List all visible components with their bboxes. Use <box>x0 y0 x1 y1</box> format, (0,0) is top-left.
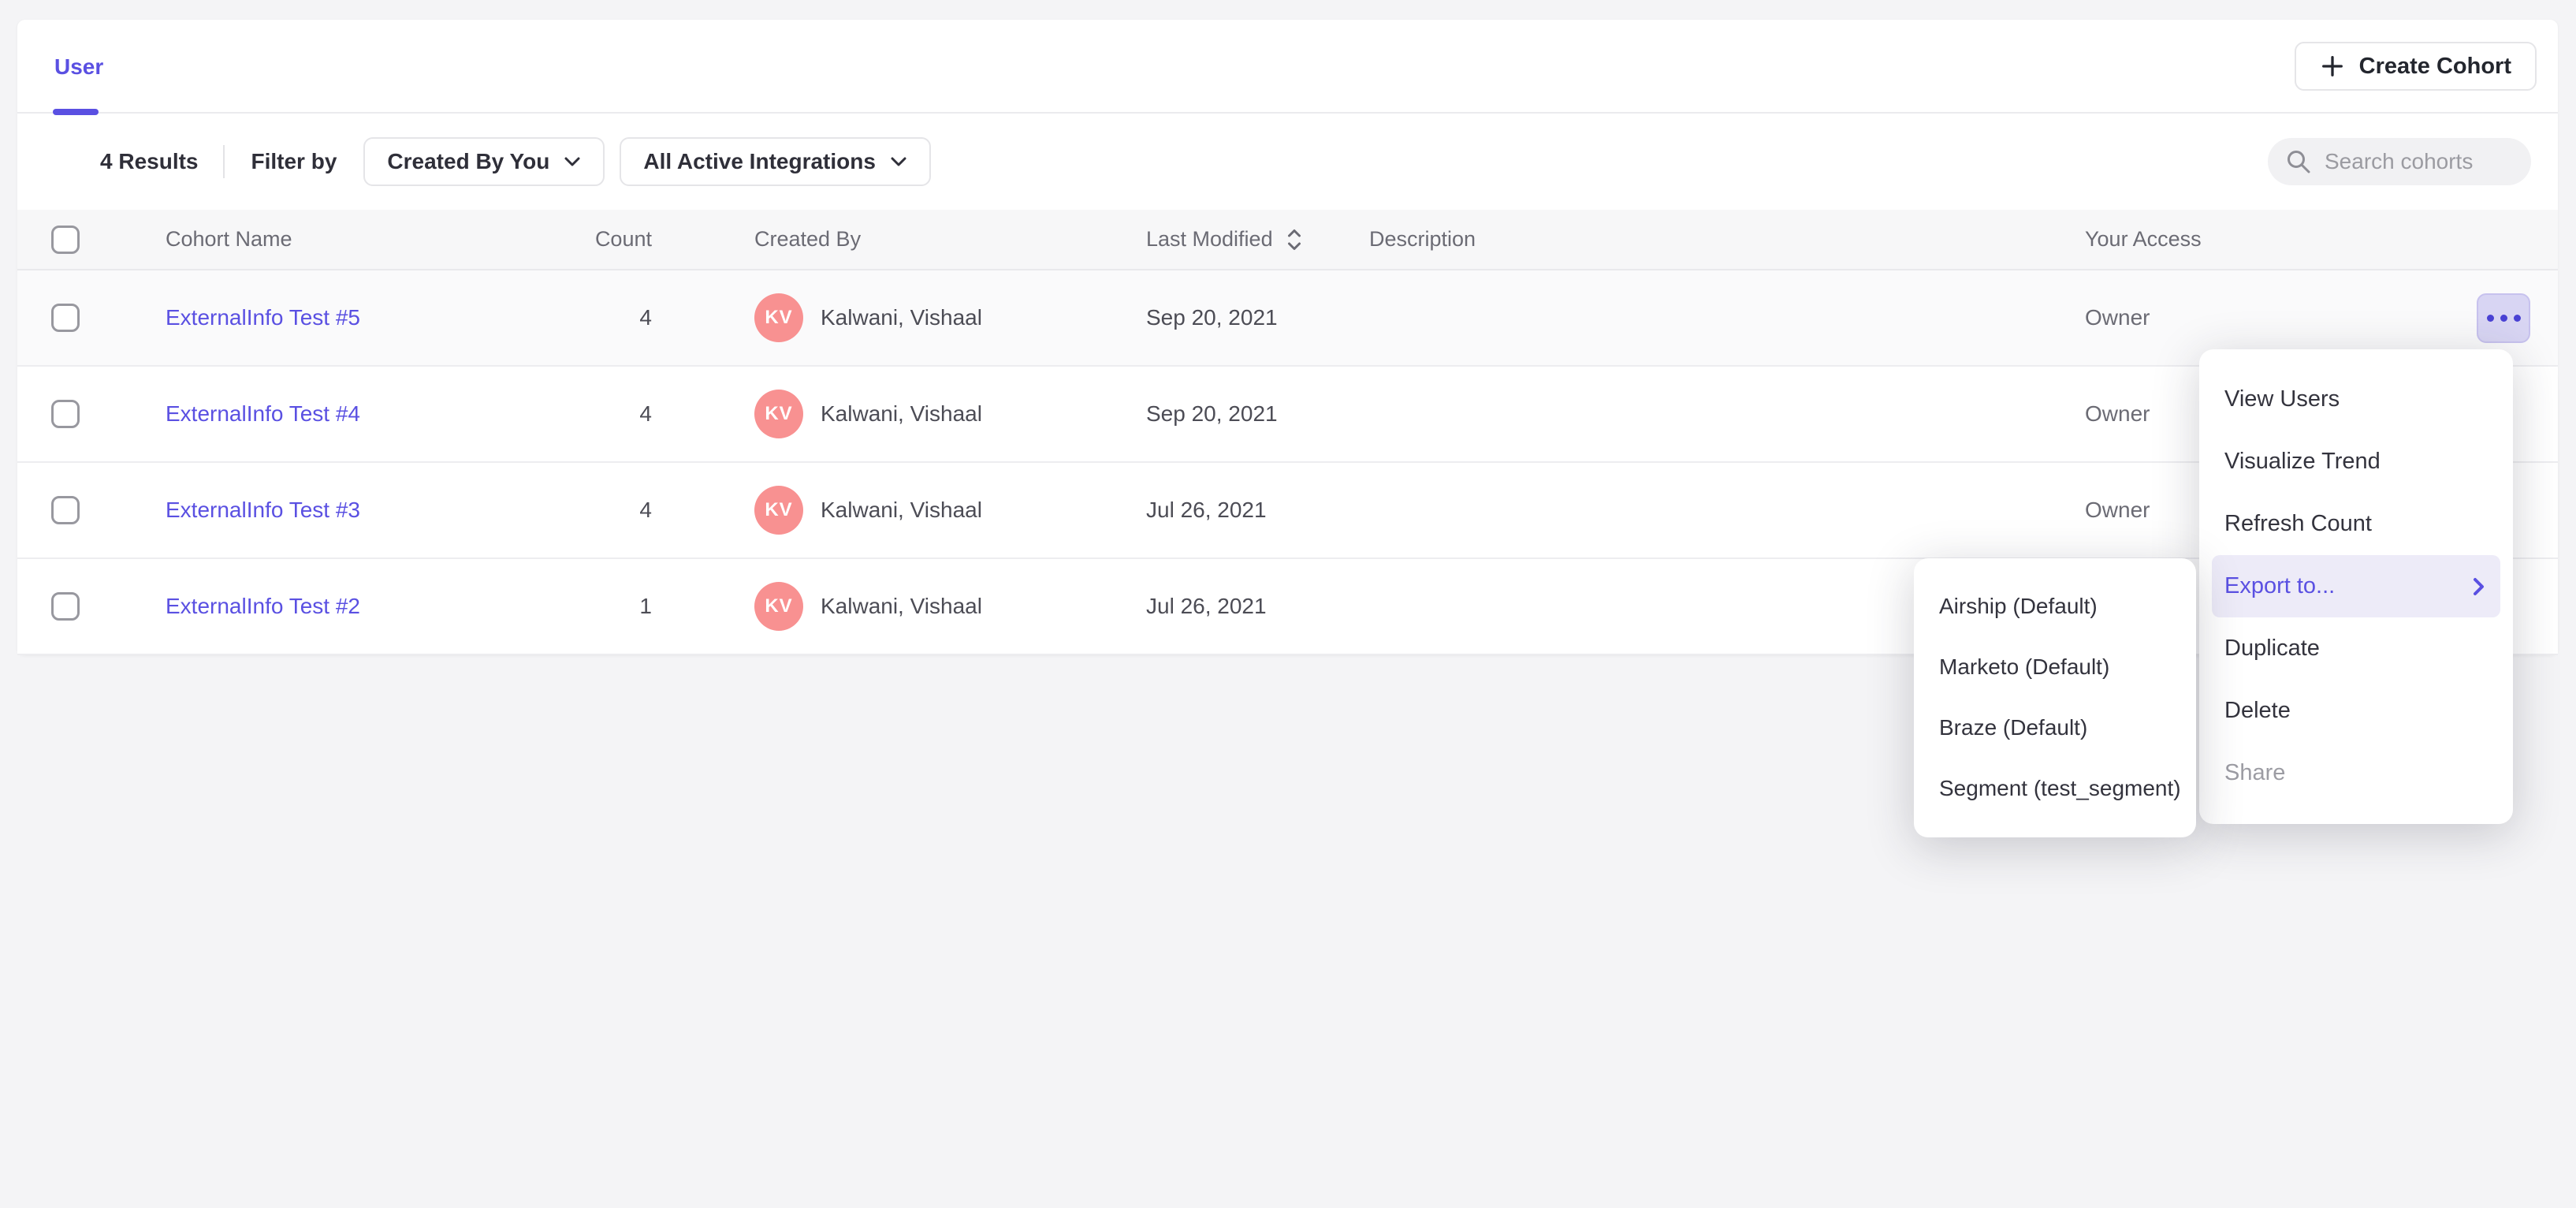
search-icon <box>2285 148 2312 175</box>
creator-name: Kalwani, Vishaal <box>821 594 982 619</box>
submenu-item-marketo-default[interactable]: Marketo (Default) <box>1914 636 2196 697</box>
table-row: ExternalInfo Test #5 4 KV Kalwani, Visha… <box>17 270 2558 367</box>
tab-user-label: User <box>54 54 103 80</box>
avatar: KV <box>754 582 803 631</box>
table-row: ExternalInfo Test #3 4 KV Kalwani, Visha… <box>17 463 2558 559</box>
tab-active-underline <box>53 109 99 115</box>
last-modified-date: Jul 26, 2021 <box>1146 594 1267 619</box>
submenu-item-segment-test-segment[interactable]: Segment (test_segment) <box>1914 758 2196 818</box>
menu-item-visualize-trend[interactable]: Visualize Trend <box>2199 431 2513 493</box>
created-by-filter-label: Created By You <box>387 149 549 174</box>
menu-item-refresh-count[interactable]: Refresh Count <box>2199 493 2513 555</box>
search-cohorts-field <box>2268 138 2531 185</box>
chevron-right-icon <box>2473 576 2485 597</box>
menu-item-share: Share <box>2199 742 2513 804</box>
tab-user[interactable]: User <box>37 20 121 114</box>
menu-item-duplicate[interactable]: Duplicate <box>2199 617 2513 680</box>
integrations-filter-label: All Active Integrations <box>643 149 876 174</box>
creator-name: Kalwani, Vishaal <box>821 305 982 330</box>
export-submenu: Airship (Default)Marketo (Default)Braze … <box>1914 558 2196 837</box>
table-row: ExternalInfo Test #4 4 KV Kalwani, Visha… <box>17 367 2558 463</box>
column-header-created-by: Created By <box>652 227 1129 252</box>
cohorts-page: User Create Cohort 4 Results Filter by C… <box>0 0 2576 1208</box>
row-actions-button[interactable] <box>2477 293 2530 343</box>
plus-icon <box>2320 54 2345 79</box>
integrations-filter-dropdown[interactable]: All Active Integrations <box>620 137 931 186</box>
column-header-cohort-name: Cohort Name <box>148 227 530 252</box>
row-checkbox[interactable] <box>51 400 80 428</box>
creator-name: Kalwani, Vishaal <box>821 401 982 427</box>
row-checkbox[interactable] <box>51 496 80 524</box>
column-header-description: Description <box>1352 227 2068 252</box>
cohort-count: 1 <box>639 594 652 618</box>
avatar: KV <box>754 293 803 342</box>
toolbar: 4 Results Filter by Created By You All A… <box>17 114 2558 210</box>
sort-icon <box>1286 226 1303 253</box>
chevron-down-icon <box>564 156 581 167</box>
cohort-name-link[interactable]: ExternalInfo Test #3 <box>166 498 360 522</box>
cohort-name-link[interactable]: ExternalInfo Test #5 <box>166 305 360 330</box>
access-level: Owner <box>2085 498 2150 522</box>
row-checkbox[interactable] <box>51 592 80 621</box>
access-level: Owner <box>2085 401 2150 426</box>
search-cohorts-input[interactable] <box>2325 149 2514 174</box>
table-header-row: Cohort Name Count Created By Last Modifi… <box>17 210 2558 270</box>
select-all-checkbox[interactable] <box>51 226 80 254</box>
menu-item-delete[interactable]: Delete <box>2199 680 2513 742</box>
last-modified-date: Sep 20, 2021 <box>1146 305 1278 330</box>
submenu-item-braze-default[interactable]: Braze (Default) <box>1914 697 2196 758</box>
column-header-last-modified[interactable]: Last Modified <box>1129 226 1352 253</box>
tab-bar: User Create Cohort <box>17 20 2558 114</box>
chevron-down-icon <box>890 156 907 167</box>
create-cohort-button[interactable]: Create Cohort <box>2295 42 2537 91</box>
results-count: 4 Results <box>100 149 199 174</box>
row-checkbox[interactable] <box>51 304 80 332</box>
menu-item-export-to[interactable]: Export to... <box>2212 555 2500 617</box>
avatar: KV <box>754 390 803 438</box>
cohort-name-link[interactable]: ExternalInfo Test #4 <box>166 401 360 426</box>
cohort-count: 4 <box>639 401 652 426</box>
submenu-item-airship-default[interactable]: Airship (Default) <box>1914 576 2196 636</box>
menu-item-view-users[interactable]: View Users <box>2199 368 2513 431</box>
column-header-count: Count <box>530 227 652 252</box>
cohort-count: 4 <box>639 305 652 330</box>
access-level: Owner <box>2085 305 2150 330</box>
create-cohort-label: Create Cohort <box>2359 54 2511 80</box>
toolbar-divider <box>223 145 225 178</box>
cohort-name-link[interactable]: ExternalInfo Test #2 <box>166 594 360 618</box>
avatar: KV <box>754 486 803 535</box>
last-modified-date: Sep 20, 2021 <box>1146 401 1278 427</box>
column-header-your-access: Your Access <box>2068 227 2459 252</box>
created-by-filter-dropdown[interactable]: Created By You <box>363 137 605 186</box>
row-actions-menu: View UsersVisualize TrendRefresh CountEx… <box>2199 349 2513 824</box>
creator-name: Kalwani, Vishaal <box>821 498 982 523</box>
cohort-count: 4 <box>639 498 652 522</box>
filter-by-label: Filter by <box>251 149 337 174</box>
last-modified-date: Jul 26, 2021 <box>1146 498 1267 523</box>
ellipsis-icon <box>2487 315 2494 322</box>
